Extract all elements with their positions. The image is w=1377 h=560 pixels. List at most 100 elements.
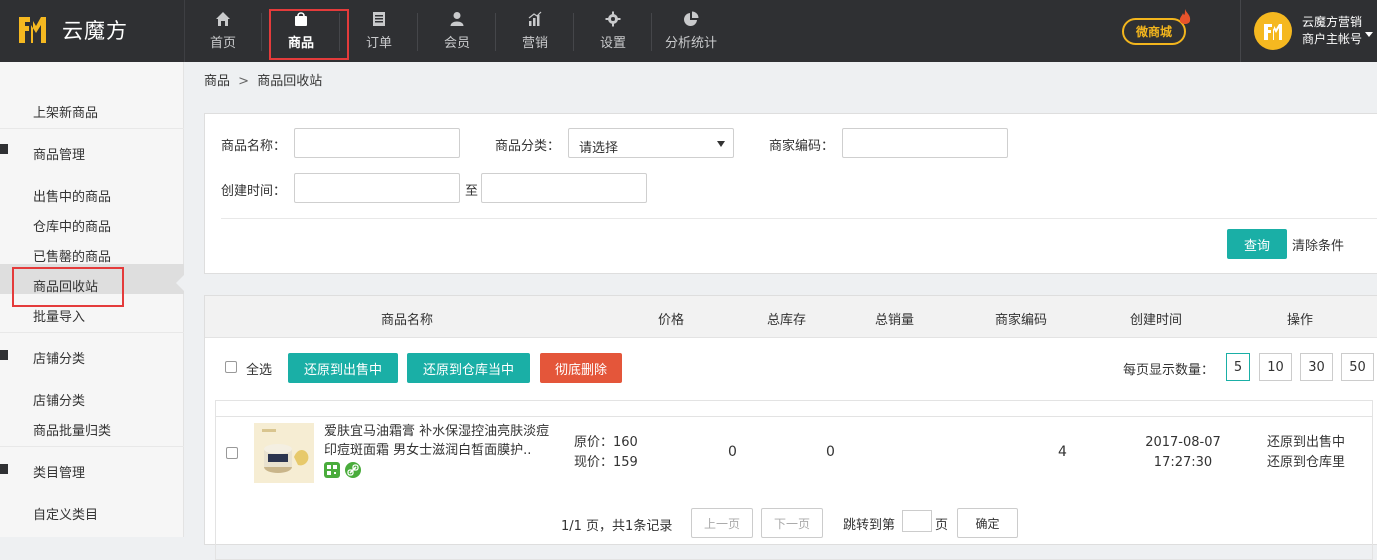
select-all-label[interactable]: 全选: [246, 359, 272, 378]
row-header: [216, 401, 1372, 417]
current-price: 现价：159: [574, 455, 638, 470]
brand-logo[interactable]: 云魔方: [16, 13, 128, 47]
restore-to-sale-button[interactable]: 还原到出售中: [288, 353, 398, 383]
user-name: 云魔方营销: [1302, 15, 1363, 29]
qrcode-icon[interactable]: [324, 462, 340, 478]
sidebar-item-custom-category[interactable]: 自定义类目: [33, 504, 98, 523]
wsc-button[interactable]: 微商城: [1122, 18, 1186, 45]
jump-confirm-button[interactable]: 确定: [957, 508, 1018, 538]
flame-icon: [1179, 9, 1191, 24]
breadcrumb-sep: >: [238, 74, 250, 89]
created-date: 2017-08-07: [1145, 435, 1221, 450]
highlight-box: [12, 267, 124, 307]
category-label: 商品分类：: [495, 139, 561, 154]
start-date-input[interactable]: [294, 173, 460, 203]
product-image[interactable]: [254, 423, 314, 483]
sales-cell: 0: [826, 444, 835, 460]
person-icon: [450, 12, 464, 26]
sidebar-item-batch-classify[interactable]: 商品批量归类: [33, 420, 111, 439]
product-name[interactable]: 爱肤宜马油霜膏 补水保湿控油亮肤淡痘印痘斑面霜 男女士滋润白皙面膜护..: [324, 422, 556, 460]
chevron-down-icon: [717, 141, 725, 147]
store-icon: [0, 350, 8, 360]
nav-settings[interactable]: 设置: [574, 0, 652, 62]
end-date-input[interactable]: [481, 173, 647, 203]
sidebar-item-new-goods[interactable]: 上架新商品: [33, 102, 98, 121]
sidebar-item-on-sale[interactable]: 出售中的商品: [33, 186, 111, 205]
nav-analytics[interactable]: 分析统计: [652, 0, 730, 62]
home-icon: [216, 12, 230, 26]
row-checkbox[interactable]: [226, 447, 238, 459]
operations-cell: 还原到出售中 还原到仓库里: [1267, 433, 1345, 473]
restore-to-stock-button[interactable]: 还原到仓库当中: [407, 353, 530, 383]
divider: [0, 332, 184, 333]
name-label: 商品名称：: [221, 139, 287, 154]
sidebar-item-sold-out[interactable]: 已售罄的商品: [33, 246, 111, 265]
sidebar-item-in-stock[interactable]: 仓库中的商品: [33, 216, 111, 235]
time-label: 创建时间：: [221, 184, 287, 199]
nav-label: 营销: [521, 36, 548, 51]
per-page-label: 每页显示数量：: [1123, 363, 1215, 378]
active-arrow-icon: [176, 275, 184, 291]
restore-to-sale-link[interactable]: 还原到出售中: [1267, 433, 1345, 453]
nav-members[interactable]: 会员: [418, 0, 496, 62]
category-icon: [0, 464, 8, 474]
document-icon: [373, 12, 385, 26]
column-header: 操作: [1287, 313, 1314, 328]
goods-name-input[interactable]: [294, 128, 460, 158]
nav-label: 会员: [443, 36, 470, 51]
created-time-cell: 2017-08-07 17:27:30: [1143, 433, 1223, 473]
nav-label: 首页: [209, 36, 236, 51]
page-number-input[interactable]: [902, 510, 932, 532]
category-select-value: 请选择: [579, 141, 619, 156]
table-header: 商品名称 价格 总库存 总销量 商家编码 创建时间 操作: [205, 296, 1377, 338]
nav-label: 分析统计: [664, 36, 717, 51]
nav-label: 设置: [599, 36, 626, 51]
delete-permanently-button[interactable]: 彻底删除: [540, 353, 622, 383]
column-header: 总库存: [767, 313, 807, 328]
sidebar-item-batch-import[interactable]: 批量导入: [33, 306, 85, 325]
prev-page-button[interactable]: 上一页: [691, 508, 753, 538]
column-header: 商品名称: [381, 313, 434, 328]
breadcrumb-current: 商品回收站: [257, 74, 323, 89]
column-header: 总销量: [875, 313, 915, 328]
to-label: 至: [465, 184, 479, 199]
merchant-code-input[interactable]: [842, 128, 1008, 158]
sidebar-item-store-category[interactable]: 店铺分类: [33, 390, 85, 409]
original-price: 原价：160: [574, 435, 638, 450]
column-header: 价格: [658, 313, 685, 328]
pie-chart-icon: [684, 11, 699, 26]
clear-filters-link[interactable]: 清除条件: [1292, 235, 1344, 254]
restore-to-stock-link[interactable]: 还原到仓库里: [1267, 453, 1345, 473]
per-page-option[interactable]: 50: [1341, 353, 1374, 381]
gear-icon: [605, 11, 621, 27]
per-page-option[interactable]: 10: [1259, 353, 1292, 381]
main-nav: 首页 商品 订单 会员 营销 设置 分析统计: [184, 0, 730, 62]
divider: [1240, 0, 1241, 62]
link-icon[interactable]: [345, 462, 361, 478]
highlight-box: [269, 9, 349, 60]
next-page-button[interactable]: 下一页: [761, 508, 823, 538]
select-all-checkbox[interactable]: [225, 361, 237, 373]
user-account[interactable]: 云魔方营销 商户主帐号: [1302, 14, 1362, 48]
divider: [0, 128, 184, 129]
nav-home[interactable]: 首页: [184, 0, 262, 62]
nav-orders[interactable]: 订单: [340, 0, 418, 62]
filter-panel: 商品名称： 商品分类： 请选择 商家编码： 创建时间： 至 查询 清除条件: [204, 113, 1377, 274]
nav-marketing[interactable]: 营销: [496, 0, 574, 62]
sidebar-group-category[interactable]: 类目管理: [33, 462, 85, 481]
per-page-option[interactable]: 5: [1226, 353, 1250, 381]
user-role: 商户主帐号: [1302, 32, 1363, 46]
query-button[interactable]: 查询: [1227, 229, 1287, 259]
sidebar-group-goods[interactable]: 商品管理: [33, 144, 85, 163]
nav-label: 订单: [365, 36, 392, 51]
chevron-down-icon[interactable]: [1365, 32, 1373, 37]
sidebar-group-store-category[interactable]: 店铺分类: [33, 348, 85, 367]
logo-icon: [16, 13, 50, 47]
per-page-option[interactable]: 30: [1300, 353, 1333, 381]
merchant-code-cell: 4: [1058, 444, 1067, 460]
avatar[interactable]: [1254, 12, 1292, 50]
divider: [0, 446, 184, 447]
breadcrumb-root[interactable]: 商品: [204, 74, 230, 89]
breadcrumb: 商品 > 商品回收站: [204, 70, 322, 89]
category-select[interactable]: 请选择: [568, 128, 734, 158]
